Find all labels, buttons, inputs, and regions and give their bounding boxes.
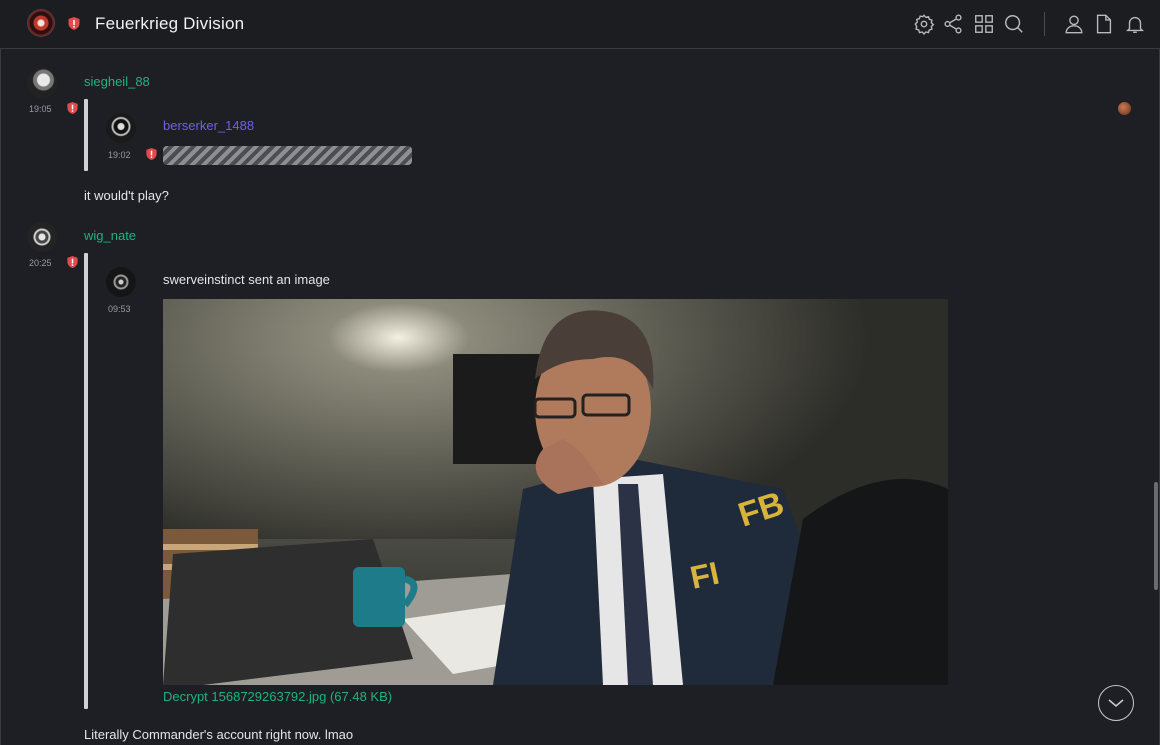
avatar[interactable]: [27, 68, 57, 98]
quoted-timestamp: 19:02: [108, 150, 131, 160]
toolbar-divider: [1044, 12, 1045, 36]
photo-man-at-desk: FB FI: [163, 299, 948, 685]
message-timestamp: 20:25: [29, 258, 52, 268]
shield-icon: [67, 101, 78, 115]
bell-icon[interactable]: [1124, 13, 1146, 35]
timeline-scrollbar[interactable]: [1154, 482, 1158, 590]
message-username[interactable]: wig_nate: [84, 228, 136, 243]
search-icon[interactable]: [1003, 13, 1025, 35]
room-avatar[interactable]: [28, 10, 54, 36]
message-username[interactable]: siegheil_88: [84, 74, 150, 89]
message-timestamp: 19:05: [29, 104, 52, 114]
shield-icon: [67, 255, 78, 269]
share-icon[interactable]: [942, 13, 964, 35]
avatar[interactable]: [106, 113, 136, 143]
file-icon[interactable]: [1093, 13, 1115, 35]
shield-icon: [146, 147, 157, 161]
spoiler-block[interactable]: [163, 146, 412, 165]
message-image[interactable]: FB FI: [163, 299, 948, 685]
room-title[interactable]: Feuerkrieg Division: [95, 14, 244, 34]
reply-quote-bar: [84, 99, 88, 171]
chevron-down-icon: [1108, 699, 1124, 708]
jump-to-latest-button[interactable]: [1098, 685, 1134, 721]
grid-icon[interactable]: [973, 13, 995, 35]
quoted-message-text: swerveinstinct sent an image: [163, 272, 330, 287]
file-download-link[interactable]: Decrypt 1568729263792.jpg (67.48 KB): [163, 689, 392, 704]
settings-icon[interactable]: [913, 13, 935, 35]
shield-icon: [68, 17, 80, 30]
avatar[interactable]: [27, 222, 57, 252]
avatar[interactable]: [106, 267, 136, 297]
message-body: Literally Commander's account right now.…: [84, 727, 354, 742]
room-header: Feuerkrieg Division: [0, 0, 1160, 49]
reply-quote-bar: [84, 253, 88, 709]
person-icon[interactable]: [1063, 13, 1085, 35]
read-receipt-avatar: [1118, 102, 1131, 115]
quoted-timestamp: 09:53: [108, 304, 131, 314]
quoted-username[interactable]: berserker_1488: [163, 118, 254, 133]
message-body: it would't play?: [84, 188, 169, 203]
